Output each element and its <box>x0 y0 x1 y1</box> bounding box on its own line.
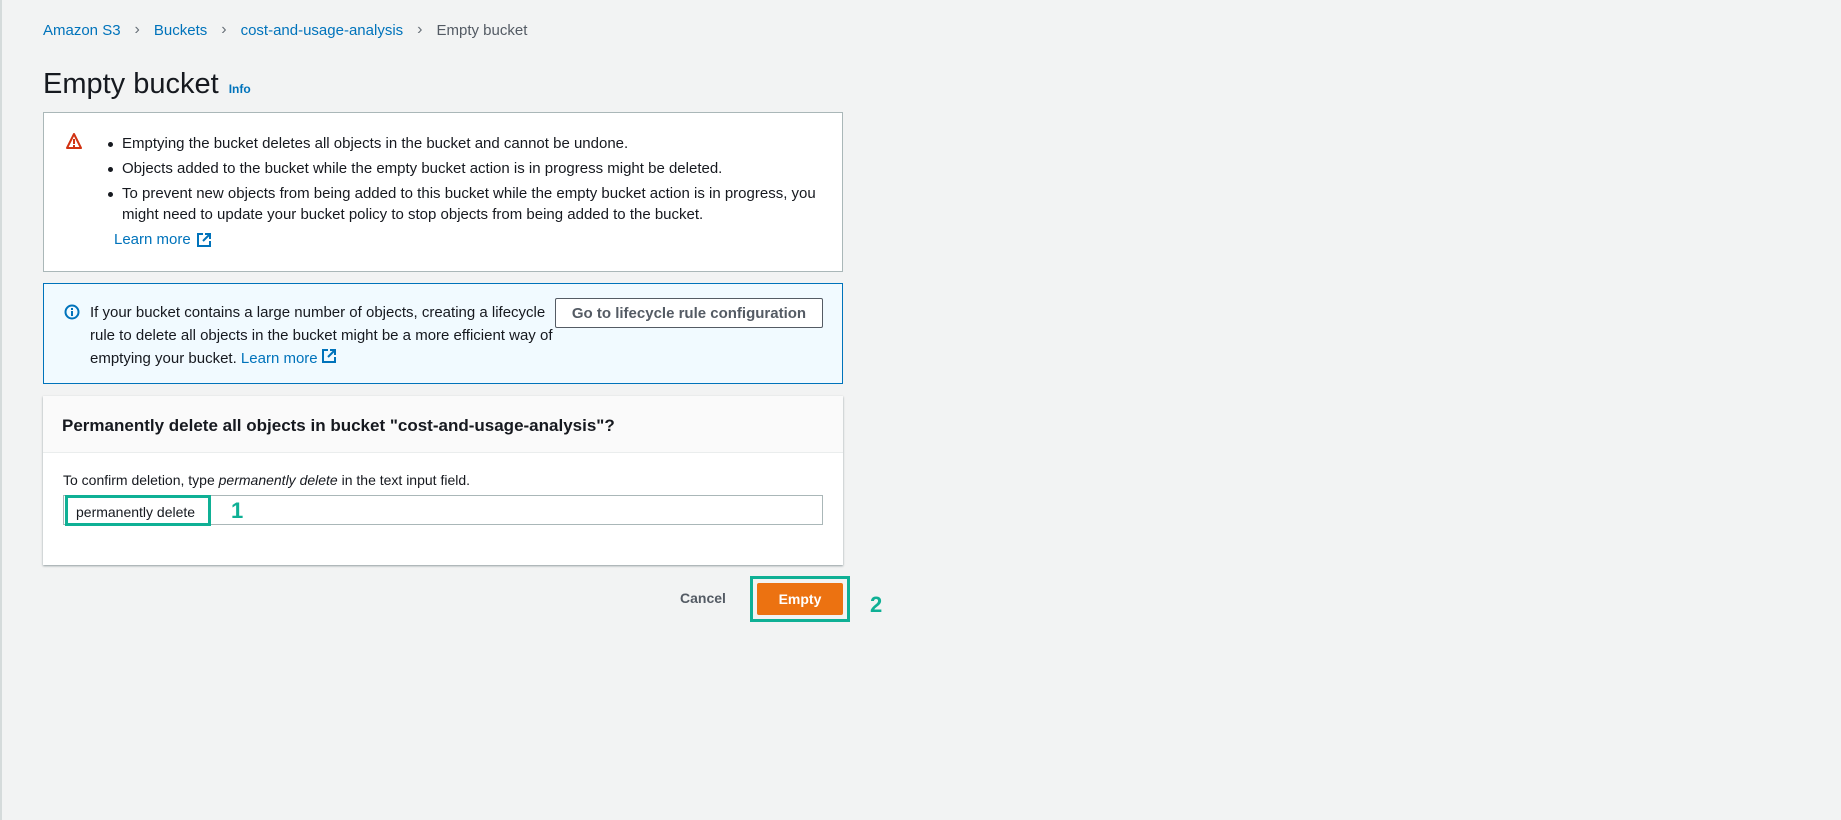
chevron-right-icon: › <box>417 21 423 38</box>
page-title: Empty bucket Info <box>43 68 251 101</box>
empty-button[interactable]: Empty <box>757 583 843 615</box>
breadcrumb-current: Empty bucket <box>436 21 528 39</box>
breadcrumb: Amazon S3 › Buckets › cost-and-usage-analy… <box>43 21 527 39</box>
external-link-icon <box>321 349 336 363</box>
breadcrumb-buckets[interactable]: Buckets <box>154 22 207 39</box>
warning-item: To prevent new objects from being added … <box>108 183 818 225</box>
info-text: If your bucket contains a large number o… <box>90 301 570 370</box>
label-text: To confirm deletion, type <box>63 472 219 488</box>
breadcrumb-bucket[interactable]: cost-and-usage-analysis <box>241 22 404 39</box>
confirm-input-value: permanently delete <box>65 495 211 526</box>
info-icon <box>64 304 80 320</box>
warning-alert: Emptying the bucket deletes all objects … <box>43 112 843 272</box>
learn-more-text: Learn more <box>240 350 318 367</box>
learn-more-link[interactable]: Learn more <box>240 349 336 367</box>
annotation-2: 2 <box>870 592 883 617</box>
label-emphasis: permanently delete <box>218 472 338 488</box>
warning-item: Objects added to the bucket while the em… <box>108 158 818 179</box>
external-link-icon <box>196 232 211 247</box>
confirm-label: To confirm deletion, type permanently de… <box>63 472 470 488</box>
annotation-1: 1 <box>231 498 244 523</box>
learn-more-text: Learn more <box>114 231 191 248</box>
chevron-right-icon: › <box>221 21 227 38</box>
confirm-heading: Permanently delete all objects in bucket… <box>43 396 843 453</box>
cancel-button[interactable]: Cancel <box>680 590 726 606</box>
breadcrumb-amazon-s3[interactable]: Amazon S3 <box>43 22 121 39</box>
warning-item: Emptying the bucket deletes all objects … <box>108 133 818 154</box>
lifecycle-rule-button[interactable]: Go to lifecycle rule configuration <box>555 298 823 328</box>
learn-more-link[interactable]: Learn more <box>114 231 211 248</box>
info-alert: If your bucket contains a large number o… <box>43 283 843 384</box>
confirm-panel: Permanently delete all objects in bucket… <box>43 396 843 565</box>
page-title-text: Empty bucket <box>43 68 219 100</box>
chevron-right-icon: › <box>134 21 140 38</box>
label-text: in the text input field. <box>337 472 471 488</box>
warning-icon <box>66 133 82 149</box>
info-link[interactable]: Info <box>229 82 251 96</box>
confirm-input[interactable]: permanently delete <box>63 495 823 526</box>
